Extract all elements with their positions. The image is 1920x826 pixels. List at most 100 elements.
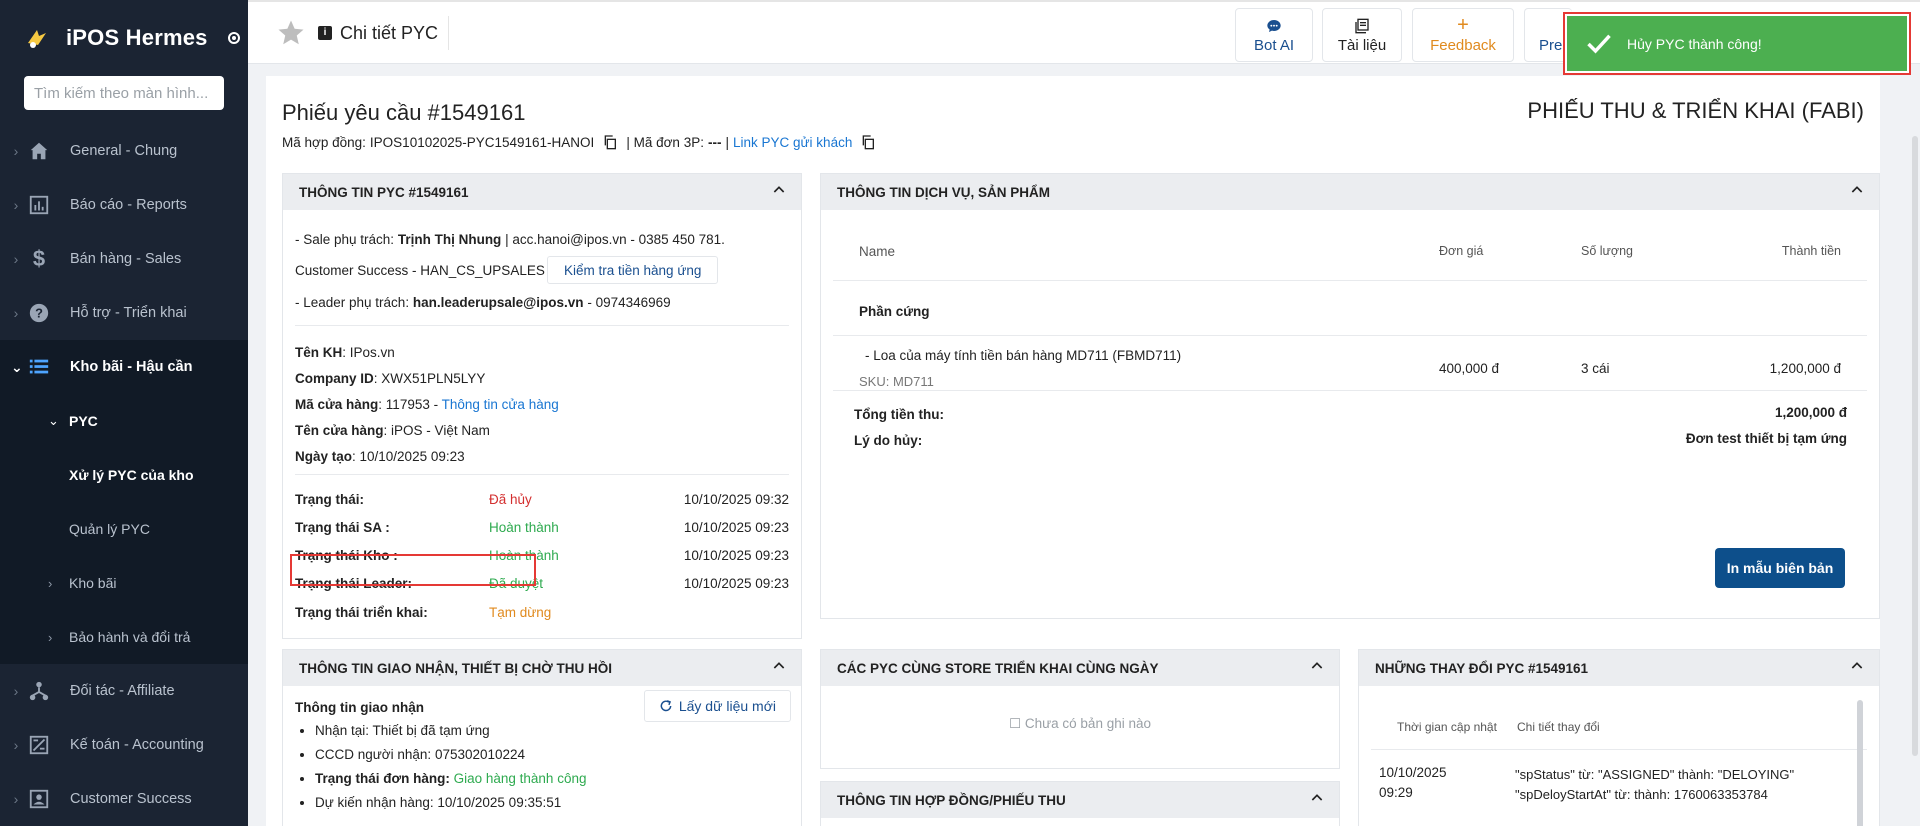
change-time: 09:29 — [1379, 785, 1413, 800]
chevron-down-icon: ⌄ — [11, 358, 23, 375]
separator: | — [725, 134, 729, 150]
customer-icon — [26, 786, 52, 812]
company-id: Company ID: XWX51PLN5LYY — [295, 371, 486, 386]
divider — [833, 335, 1867, 336]
panel-header[interactable]: THÔNG TIN PYC #1549161 — [283, 174, 801, 210]
column-header: Thành tiền — [1781, 244, 1841, 258]
sidebar-item-label: Xử lý PYC của kho — [69, 467, 194, 483]
product-name: - Loa của máy tính tiền bán hàng MD711 (… — [865, 348, 1182, 363]
column-header: Thời gian cập nhật — [1397, 720, 1497, 734]
sidebar-subitem-warehouse[interactable]: › Kho bãi — [0, 556, 248, 610]
product-total: 1,200,000 đ — [1769, 361, 1841, 376]
delivery-panel: THÔNG TIN GIAO NHẬN, THIẾT BỊ CHỜ THU HỒ… — [282, 649, 802, 826]
sidebar-item-sales[interactable]: › $ Bán hàng - Sales — [0, 232, 248, 286]
leader-info: - Leader phụ trách: han.leaderupsale@ipo… — [295, 295, 671, 310]
sidebar-item-label: Bán hàng - Sales — [70, 251, 182, 267]
chevron-up-icon[interactable] — [1849, 182, 1865, 198]
print-template-button[interactable]: In mẫu biên bản — [1715, 548, 1845, 588]
chevron-right-icon: › — [13, 305, 19, 321]
chevron-right-icon: › — [13, 197, 19, 213]
chevron-up-icon[interactable] — [1309, 790, 1325, 806]
column-header: Đơn giá — [1439, 244, 1484, 258]
sidebar-item-label: General - Chung — [70, 143, 178, 159]
checkmark-icon — [1587, 34, 1611, 54]
sidebar-item-label: PYC — [69, 413, 98, 429]
sidebar-item-label: Kế toán - Accounting — [70, 737, 204, 753]
check-advance-button[interactable]: Kiểm tra tiền hàng ứng — [547, 256, 719, 284]
created-date: Ngày tạo: 10/10/2025 09:23 — [295, 449, 465, 464]
column-header: Số lượng — [1581, 244, 1634, 258]
sidebar-search-input[interactable] — [24, 76, 224, 110]
chevron-up-icon[interactable] — [771, 182, 787, 198]
cancel-reason-label: Lý do hủy: — [854, 433, 923, 448]
copy-icon[interactable] — [860, 134, 876, 150]
store-info-link[interactable]: Thông tin cửa hàng — [442, 397, 559, 412]
status-row: Trạng thái SA : Hoàn thành 10/10/2025 09… — [295, 520, 789, 535]
store-code: Mã cửa hàng: 117953 - Thông tin cửa hàng — [295, 397, 559, 412]
sidebar-item-general[interactable]: › General - Chung — [0, 124, 248, 178]
docs-button[interactable]: Tài liệu — [1322, 8, 1402, 62]
radio-dot-icon[interactable] — [227, 32, 240, 44]
panel-header[interactable]: THÔNG TIN DỊCH VỤ, SẢN PHẨM — [821, 174, 1879, 210]
sidebar-subitem-pyc[interactable]: ⌄ PYC — [0, 394, 248, 448]
chevron-right-icon: › — [48, 575, 53, 591]
home-icon — [26, 138, 52, 164]
status-badge: Hoàn thành — [489, 520, 559, 535]
customer-link[interactable]: Link PYC gửi khách — [733, 135, 852, 150]
sidebar-item-accounting[interactable]: › Kế toán - Accounting — [0, 718, 248, 772]
sale-info: - Sale phụ trách: Trịnh Thị Nhung | acc.… — [295, 232, 725, 247]
sidebar-item-reports[interactable]: › Báo cáo - Reports — [0, 178, 248, 232]
chevron-up-icon[interactable] — [771, 658, 787, 674]
toast-notification[interactable]: Hủy PYC thành công! — [1563, 12, 1911, 75]
chevron-up-icon[interactable] — [1309, 658, 1325, 674]
refresh-data-button[interactable]: Lấy dữ liệu mới — [643, 690, 791, 722]
copy-icon[interactable] — [602, 134, 618, 150]
empty-state: ☐ Chưa có bản ghi nào — [1008, 716, 1151, 731]
column-header: Name — [859, 244, 896, 259]
list-icon — [26, 354, 52, 380]
brand[interactable]: iPOS Hermes — [0, 0, 248, 76]
sidebar-item-affiliate[interactable]: › Đối tác - Affiliate — [0, 664, 248, 718]
panel-header[interactable]: CÁC PYC CÙNG STORE TRIỂN KHAI CÙNG NGÀY — [821, 650, 1339, 686]
network-icon — [26, 678, 52, 704]
chevron-right-icon: › — [48, 629, 53, 645]
same-store-panel: CÁC PYC CÙNG STORE TRIỂN KHAI CÙNG NGÀY … — [820, 649, 1340, 769]
list-item: CCCD người nhận: 075302010224 — [315, 743, 586, 767]
chevron-right-icon: › — [13, 737, 19, 753]
chevron-up-icon[interactable] — [1849, 658, 1865, 674]
chevron-right-icon: › — [13, 683, 19, 699]
refresh-icon — [660, 700, 672, 712]
sidebar-item-label: Kho bãi - Hậu cần — [70, 359, 193, 375]
scrollbar[interactable] — [1857, 700, 1863, 826]
docs-label: Tài liệu — [1337, 36, 1387, 54]
chevron-right-icon: › — [13, 251, 19, 267]
delivery-subtitle: Thông tin giao nhận — [295, 700, 424, 715]
panel-header[interactable]: THÔNG TIN HỢP ĐỒNG/PHIẾU THU — [821, 782, 1339, 818]
chat-icon — [1266, 17, 1282, 35]
sidebar-item-warehouse[interactable]: ⌄ Kho bãi - Hậu cần — [0, 340, 248, 394]
feedback-button[interactable]: + Feedback — [1412, 8, 1514, 62]
box-icon: ☐ — [1008, 716, 1022, 731]
page-scrollbar[interactable] — [1912, 136, 1918, 756]
star-icon[interactable] — [276, 18, 306, 48]
service-panel: THÔNG TIN DỊCH VỤ, SẢN PHẨM Name Đơn giá… — [820, 173, 1880, 619]
bot-ai-button[interactable]: Bot AI — [1235, 8, 1313, 62]
dollar-icon: $ — [32, 246, 46, 271]
brand-title: iPOS Hermes — [66, 25, 208, 50]
sidebar-item-support[interactable]: › ? Hỗ trợ - Triển khai — [0, 286, 248, 340]
sidebar-subitem-process-pyc[interactable]: Xử lý PYC của kho — [0, 448, 248, 502]
sidebar-subitem-warranty[interactable]: › Bảo hành và đổi trả — [0, 610, 248, 664]
list-item: Trạng thái đơn hàng: Giao hàng thành côn… — [315, 767, 586, 791]
contract-line: Mã hợp đồng: IPOS10102025-PYC1549161-HAN… — [282, 134, 880, 150]
sidebar-nav: › General - Chung › Báo cáo - Reports › … — [0, 124, 248, 826]
delivery-details: Nhận tại: Thiết bị đã tạm ứng CCCD người… — [315, 719, 586, 815]
column-header: Chi tiết thay đổi — [1517, 720, 1600, 734]
panel-header[interactable]: THÔNG TIN GIAO NHẬN, THIẾT BỊ CHỜ THU HỒ… — [283, 650, 801, 686]
status-badge: Đã hủy — [489, 492, 532, 507]
pre-label: Pre — [1539, 36, 1563, 54]
panel-header[interactable]: NHỮNG THAY ĐỔI PYC #1549161 — [1359, 650, 1879, 686]
total-value: 1,200,000 đ — [1774, 405, 1847, 420]
sidebar-item-customer-success[interactable]: › Customer Success — [0, 772, 248, 826]
sidebar-subitem-manage-pyc[interactable]: Quản lý PYC — [0, 502, 248, 556]
sidebar-item-label: Quản lý PYC — [69, 521, 150, 537]
